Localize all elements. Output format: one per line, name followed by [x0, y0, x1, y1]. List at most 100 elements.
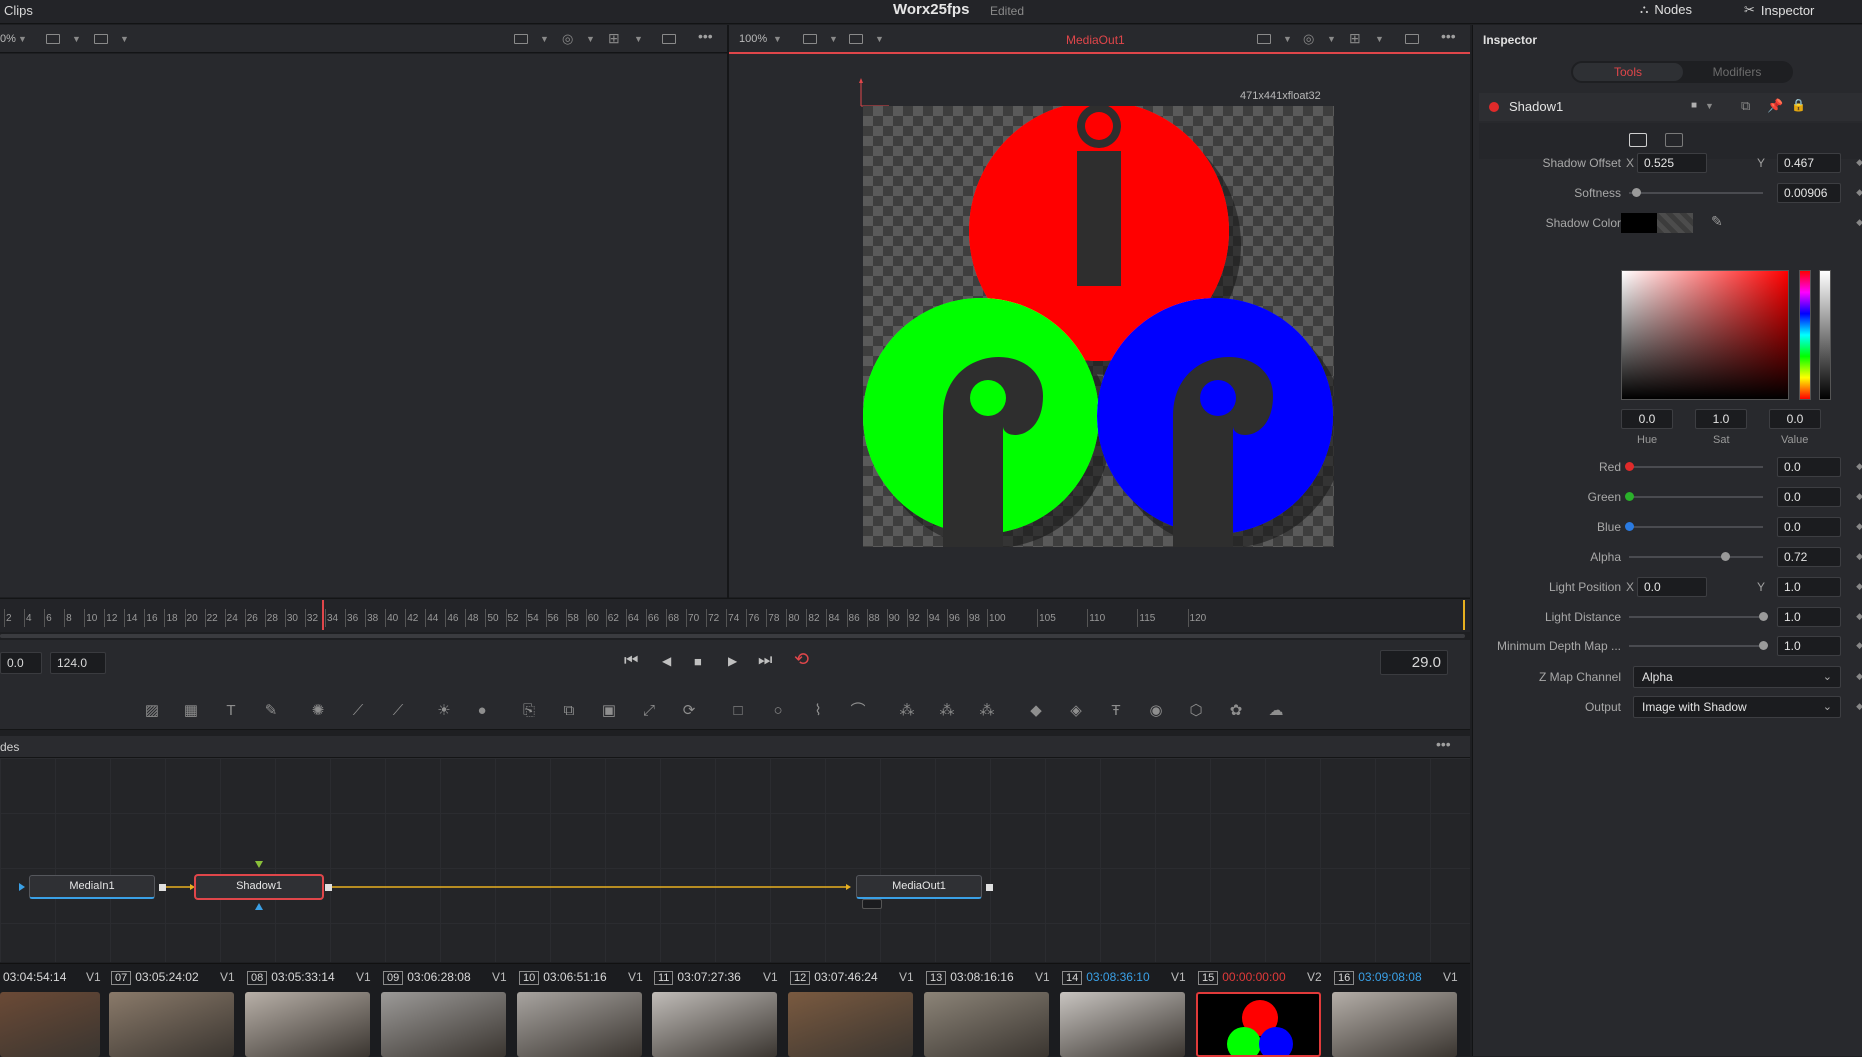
- eyedropper-icon[interactable]: ✎: [1711, 213, 1723, 230]
- alpha-slider[interactable]: [1819, 270, 1831, 400]
- clip-info[interactable]: 07 03:05:24:02: [111, 970, 199, 985]
- text-tool-icon[interactable]: T: [222, 702, 240, 720]
- alpha-value-slider[interactable]: [1629, 552, 1763, 561]
- renderer3d-icon[interactable]: ✿: [1227, 702, 1245, 720]
- softness-field[interactable]: 0.00906: [1777, 183, 1841, 203]
- current-frame-field[interactable]: 29.0: [1380, 650, 1448, 675]
- blue-field[interactable]: 0.0: [1777, 517, 1841, 537]
- slider-knob[interactable]: [1631, 188, 1641, 197]
- color-swatch-icon[interactable]: ■: [1691, 100, 1697, 111]
- nodes-button[interactable]: ⛬ Nodes: [1640, 2, 1692, 17]
- node-view-indicator[interactable]: [862, 899, 882, 909]
- keyframe-icon[interactable]: ◆: [1856, 461, 1862, 472]
- clip-thumbnail[interactable]: [0, 992, 100, 1057]
- tab-modifiers[interactable]: Modifiers: [1683, 63, 1791, 81]
- slider-knob[interactable]: [1625, 462, 1634, 471]
- end-frame-field[interactable]: 124.0: [50, 652, 106, 674]
- fast-noise-tool-icon[interactable]: ▦: [182, 702, 200, 720]
- chevron-down-icon[interactable]: ▼: [1283, 34, 1292, 44]
- sat-field[interactable]: 1.0: [1695, 409, 1747, 429]
- timeline-ruler[interactable]: 2 4 6 8 10 12 14 16 18 20 22 24 26 28 30 32 34 36 38 40 42 44…: [0, 598, 1470, 632]
- clip-thumbnail[interactable]: [245, 992, 370, 1057]
- clip-thumbnail[interactable]: [924, 992, 1049, 1057]
- chevron-down-icon[interactable]: ▼: [1327, 34, 1336, 44]
- merge3d-icon[interactable]: ◈: [1067, 702, 1085, 720]
- clip-info[interactable]: 11 03:07:27:36: [654, 970, 741, 985]
- stop-icon[interactable]: ■: [694, 654, 702, 669]
- more-options-icon[interactable]: •••: [698, 28, 713, 44]
- view-icon[interactable]: [849, 34, 863, 44]
- clip-info[interactable]: 10 03:06:51:16: [519, 970, 607, 985]
- red-field[interactable]: 0.0: [1777, 457, 1841, 477]
- keyframe-icon[interactable]: ◆: [1856, 671, 1862, 682]
- chevron-down-icon[interactable]: ▼: [540, 34, 549, 44]
- pin-icon[interactable]: 📌: [1767, 98, 1783, 114]
- light-x-field[interactable]: 0.0: [1637, 577, 1707, 597]
- settings-tab-icon[interactable]: [1665, 133, 1683, 147]
- particle-render-icon[interactable]: ⁂: [938, 702, 956, 720]
- shadow-offset-x-field[interactable]: 0.525: [1637, 153, 1707, 173]
- node-mediain1[interactable]: MediaIn1: [29, 875, 155, 899]
- timeline-scrollbar[interactable]: [0, 634, 1465, 638]
- inspector-button[interactable]: ✂ Inspector: [1744, 2, 1814, 18]
- background-tool-icon[interactable]: ▨: [143, 702, 161, 720]
- keyframe-icon[interactable]: ◆: [1856, 521, 1862, 532]
- output-dropdown[interactable]: Image with Shadow ⌄: [1633, 696, 1841, 718]
- clip-info[interactable]: 12 03:07:46:24: [790, 970, 878, 985]
- lights-icon[interactable]: ☁: [1267, 702, 1285, 720]
- node-output-port[interactable]: [986, 884, 993, 891]
- blue-slider[interactable]: [1625, 522, 1763, 531]
- right-viewer-canvas[interactable]: 471x441xfloat32: [729, 54, 1470, 597]
- color-curves-icon[interactable]: ⟋: [349, 702, 367, 720]
- clip-thumbnail[interactable]: [1332, 992, 1457, 1057]
- chevron-down-icon[interactable]: ▼: [1375, 34, 1384, 44]
- bspline-mask-icon[interactable]: ⌒: [849, 702, 867, 720]
- chevron-down-icon[interactable]: ▼: [586, 34, 595, 44]
- fullscreen-icon[interactable]: [662, 34, 676, 44]
- matte-control-icon[interactable]: ▣: [600, 702, 618, 720]
- clip-thumbnail[interactable]: [788, 992, 913, 1057]
- text3d-icon[interactable]: Ŧ: [1107, 702, 1125, 720]
- left-viewer-canvas[interactable]: [0, 54, 727, 597]
- view-icon[interactable]: [94, 34, 108, 44]
- keyframe-icon[interactable]: ◆: [1856, 187, 1862, 198]
- light-y-field[interactable]: 1.0: [1777, 577, 1841, 597]
- slider-knob[interactable]: [1759, 612, 1768, 621]
- value-field[interactable]: 0.0: [1769, 409, 1821, 429]
- node-output-port[interactable]: [325, 884, 332, 891]
- chevron-down-icon[interactable]: ▼: [773, 34, 782, 44]
- softness-slider[interactable]: [1629, 188, 1763, 197]
- clip-info[interactable]: 03:04:54:14: [3, 970, 66, 984]
- z-map-dropdown[interactable]: Alpha ⌄: [1633, 666, 1841, 688]
- color-channel-icon[interactable]: ◎: [562, 31, 573, 47]
- more-options-icon[interactable]: •••: [1436, 736, 1451, 752]
- keyframe-icon[interactable]: ◆: [1856, 581, 1862, 592]
- fullscreen-icon[interactable]: [1405, 34, 1419, 44]
- slider-knob[interactable]: [1721, 552, 1731, 561]
- hue-slider[interactable]: [1799, 270, 1811, 400]
- chevron-down-icon[interactable]: ▼: [634, 34, 643, 44]
- layout-icon[interactable]: [46, 34, 60, 44]
- clip-thumbnail[interactable]: [1060, 992, 1185, 1057]
- alpha-field[interactable]: 0.72: [1777, 547, 1841, 567]
- chevron-down-icon[interactable]: ▼: [875, 34, 884, 44]
- node-shadow1[interactable]: Shadow1: [195, 875, 323, 899]
- keyframe-icon[interactable]: ◆: [1856, 491, 1862, 502]
- particle-emitter-icon[interactable]: ⁂: [898, 702, 916, 720]
- resize-icon[interactable]: ⤢: [640, 702, 658, 720]
- hue-field[interactable]: 0.0: [1621, 409, 1673, 429]
- loop-icon[interactable]: ⟲: [794, 649, 809, 670]
- chevron-down-icon[interactable]: ▼: [72, 34, 81, 44]
- shadow-color-alpha-swatch[interactable]: [1657, 213, 1693, 233]
- light-distance-slider[interactable]: [1629, 612, 1768, 621]
- keyframe-icon[interactable]: ◆: [1856, 217, 1862, 228]
- clip-info[interactable]: 13 03:08:16:16: [926, 970, 1014, 985]
- lock-icon[interactable]: 🔒: [1791, 98, 1806, 112]
- slider-knob[interactable]: [1625, 522, 1634, 531]
- color-channel-icon[interactable]: ◎: [1303, 31, 1314, 47]
- keyframe-icon[interactable]: ◆: [1856, 701, 1862, 712]
- red-slider[interactable]: [1625, 462, 1763, 471]
- clip-info[interactable]: 15 00:00:00:00: [1198, 970, 1286, 985]
- blur-icon[interactable]: ●: [473, 702, 491, 720]
- min-depth-slider[interactable]: [1629, 641, 1768, 650]
